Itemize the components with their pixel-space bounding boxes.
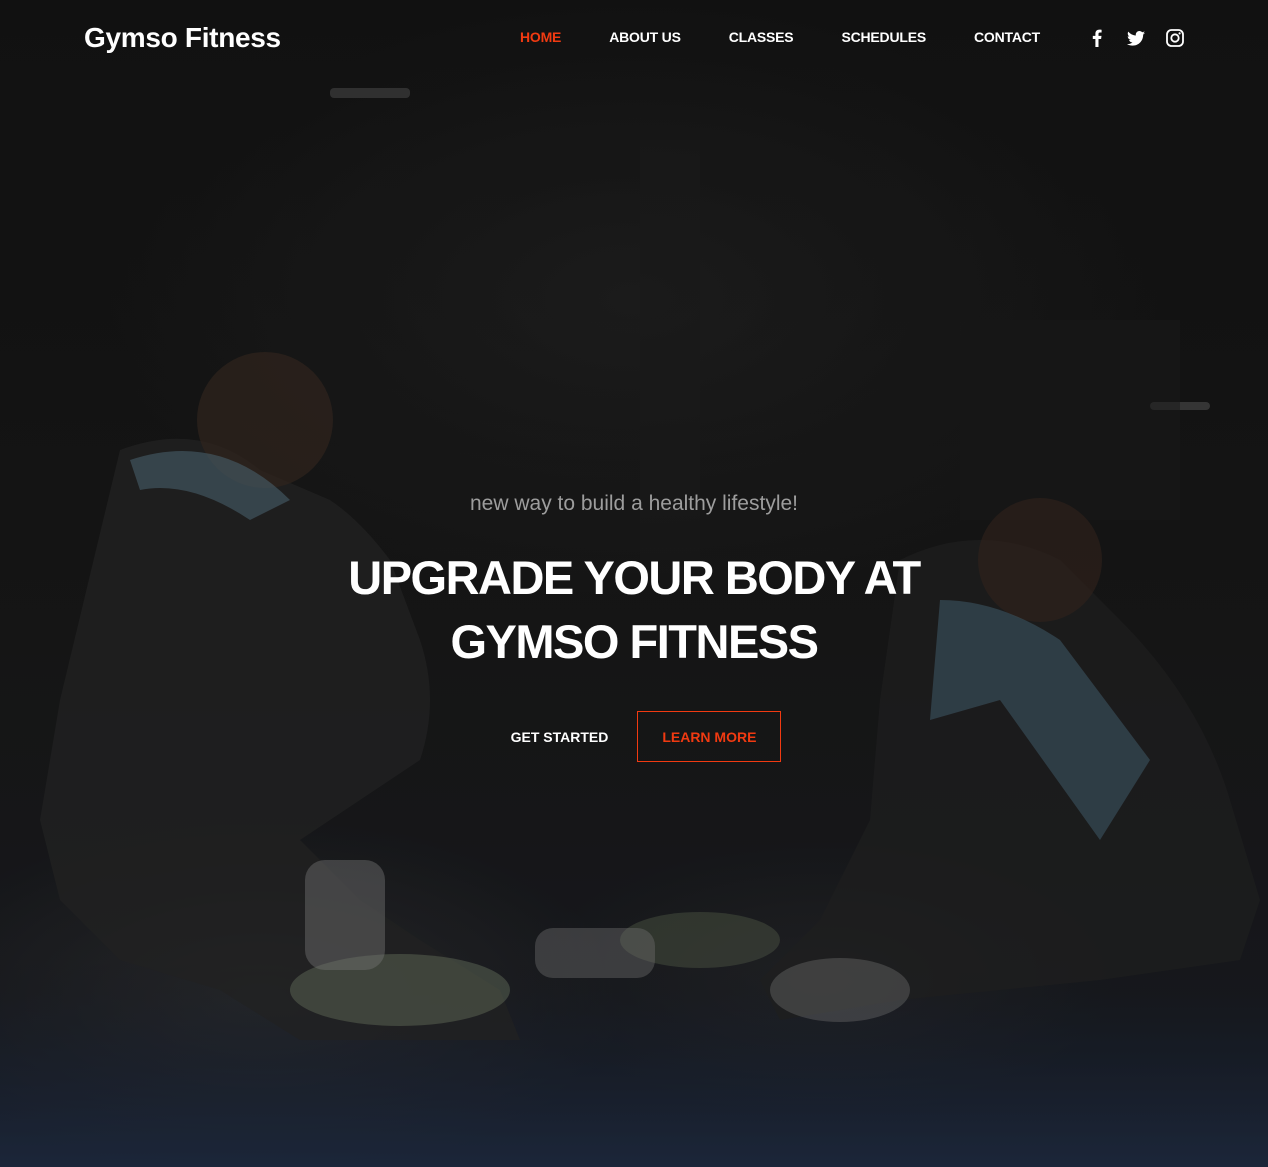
social-links	[1088, 29, 1184, 47]
instagram-icon[interactable]	[1166, 29, 1184, 47]
nav-right-group: Home About Us Classes Schedules Contact	[520, 29, 1184, 47]
hero-section: Gymso Fitness Home About Us Classes Sche…	[0, 0, 1268, 1167]
facebook-icon[interactable]	[1088, 29, 1106, 47]
brand-logo[interactable]: Gymso Fitness	[84, 22, 281, 54]
learn-more-button[interactable]: Learn more	[637, 711, 782, 762]
nav-link-schedules[interactable]: Schedules	[841, 29, 926, 45]
hero-content: new way to build a healthy lifestyle! Up…	[0, 488, 1268, 762]
twitter-icon[interactable]	[1127, 29, 1145, 47]
nav-item-contact: Contact	[974, 29, 1040, 47]
nav-menu: Home About Us Classes Schedules Contact	[520, 29, 1040, 47]
nav-link-about-us[interactable]: About Us	[609, 29, 681, 45]
nav-item-home: Home	[520, 29, 561, 47]
nav-link-classes[interactable]: Classes	[729, 29, 794, 45]
nav-link-contact[interactable]: Contact	[974, 29, 1040, 45]
nav-link-home[interactable]: Home	[520, 29, 561, 45]
nav-item-classes: Classes	[729, 29, 794, 47]
hero-cta-row: Get started Learn more	[0, 711, 1268, 762]
nav-item-about-us: About Us	[609, 29, 681, 47]
top-navbar: Gymso Fitness Home About Us Classes Sche…	[0, 0, 1268, 76]
get-started-button[interactable]: Get started	[487, 711, 633, 762]
nav-item-schedules: Schedules	[841, 29, 926, 47]
hero-headline: Upgrade your body at Gymso Fitness	[348, 551, 921, 668]
hero-subtitle: new way to build a healthy lifestyle!	[469, 492, 798, 515]
